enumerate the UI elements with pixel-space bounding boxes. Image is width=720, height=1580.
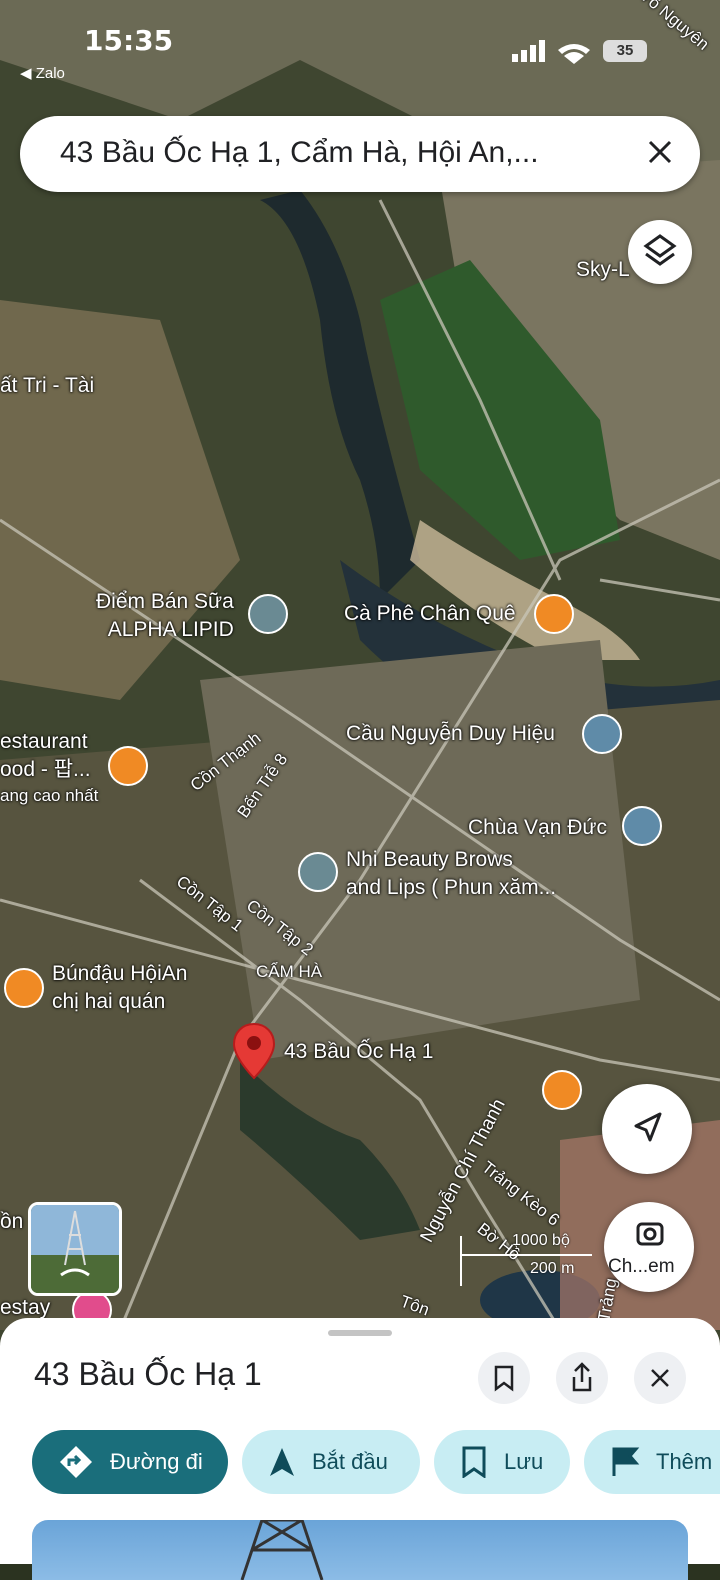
- tower-photo: [240, 1520, 324, 1580]
- place-photo[interactable]: [32, 1520, 688, 1580]
- place-label[interactable]: Cầu Nguyễn Duy Hiệu: [346, 720, 555, 748]
- place-label[interactable]: Chùa Vạn Đức: [468, 814, 607, 842]
- navigation-arrow-icon: [270, 1448, 294, 1476]
- share-button[interactable]: [556, 1352, 608, 1404]
- close-icon[interactable]: [644, 136, 676, 168]
- area-label: CẨM HÀ: [256, 962, 323, 981]
- search-bar[interactable]: 43 Bầu Ốc Hạ 1, Cẩm Hà, Hội An,...: [20, 116, 700, 192]
- search-query[interactable]: 43 Bầu Ốc Hạ 1, Cẩm Hà, Hội An,...: [60, 136, 539, 170]
- place-label[interactable]: estaurant ood - 팝...: [0, 728, 91, 784]
- save-bookmark-button[interactable]: [478, 1352, 530, 1404]
- temple-icon[interactable]: [622, 806, 662, 846]
- bookmark-icon: [494, 1365, 514, 1392]
- scale-meters: 200 m: [530, 1260, 575, 1277]
- place-label[interactable]: Nhi Beauty Brows and Lips ( Phun xăm...: [346, 846, 556, 902]
- selected-place-label[interactable]: 43 Bầu Ốc Hạ 1: [284, 1038, 433, 1066]
- place-label[interactable]: Sky-L: [576, 256, 630, 284]
- more-label: Thêm: [656, 1449, 713, 1474]
- restaurant-icon[interactable]: [108, 746, 148, 786]
- cafe-icon[interactable]: [542, 1070, 582, 1110]
- save-button[interactable]: Lưu: [434, 1430, 570, 1494]
- directions-label: Đường đi: [110, 1449, 203, 1474]
- more-button[interactable]: Thêm: [584, 1430, 720, 1494]
- scale-feet: 1000 bộ: [512, 1232, 570, 1249]
- bookmark-icon: [462, 1446, 486, 1478]
- start-button[interactable]: Bắt đầu: [242, 1430, 420, 1494]
- bridge-icon[interactable]: [582, 714, 622, 754]
- place-label: ang cao nhất: [0, 786, 99, 805]
- street-view-photo: [31, 1205, 119, 1293]
- place-label[interactable]: Búnđậu HộiAn chị hai quán: [52, 960, 187, 1016]
- navigation-arrow-icon: [634, 1112, 662, 1142]
- layers-icon: [643, 234, 677, 266]
- sheet-drag-handle[interactable]: [328, 1330, 392, 1336]
- start-label: Bắt đầu: [312, 1449, 388, 1474]
- place-pin-icon[interactable]: [298, 852, 338, 892]
- back-to-app-link[interactable]: ◀ Zalo: [20, 64, 65, 82]
- flag-icon: [612, 1447, 640, 1476]
- camera-search-icon: [636, 1222, 664, 1246]
- my-location-button[interactable]: [602, 1084, 692, 1174]
- lens-button[interactable]: Ch...em: [604, 1202, 694, 1292]
- place-label[interactable]: Cà Phê Chân Quê: [344, 600, 516, 628]
- street-view-thumbnail[interactable]: [28, 1202, 122, 1296]
- directions-icon: [60, 1446, 92, 1478]
- status-time: 15:35: [84, 24, 174, 57]
- save-label: Lưu: [504, 1449, 544, 1474]
- share-icon: [572, 1362, 592, 1392]
- restaurant-icon[interactable]: [4, 968, 44, 1008]
- status-bar: 15:35 ◀ Zalo 35: [0, 0, 720, 100]
- place-title: 43 Bầu Ốc Hạ 1: [34, 1356, 262, 1392]
- layers-button[interactable]: [628, 220, 692, 284]
- cafe-icon[interactable]: [534, 594, 574, 634]
- place-label[interactable]: ất Tri - Tài: [0, 372, 94, 400]
- lens-label: Ch...em: [608, 1256, 675, 1277]
- place-pin-icon[interactable]: [248, 594, 288, 634]
- place-label[interactable]: Điểm Bán Sữa ALPHA LIPID: [96, 588, 234, 644]
- cellular-signal-icon: [512, 40, 590, 64]
- place-label: ồn: [0, 1210, 24, 1233]
- red-pin-icon[interactable]: [232, 1022, 276, 1080]
- close-sheet-button[interactable]: [634, 1352, 686, 1404]
- directions-button[interactable]: Đường đi: [32, 1430, 228, 1494]
- map-scale: 1000 bộ 200 m: [460, 1232, 592, 1286]
- close-icon: [651, 1369, 669, 1387]
- battery-indicator: 35: [603, 40, 647, 62]
